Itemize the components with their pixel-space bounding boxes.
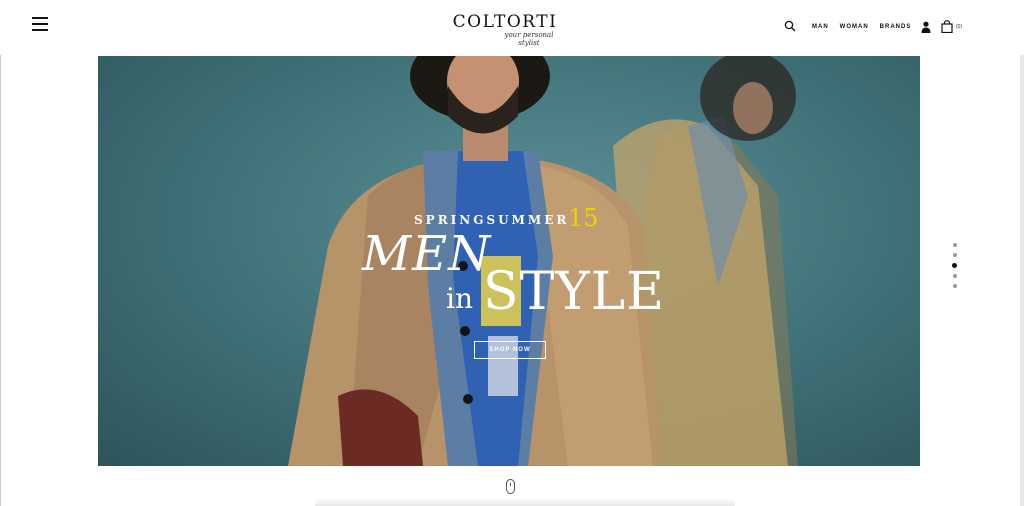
nav-item-woman[interactable]: WOMAN <box>840 24 869 30</box>
nav-item-man[interactable]: MAN <box>812 24 829 30</box>
slide-dot-4[interactable] <box>953 274 957 278</box>
headline-style: STYLE <box>483 262 666 322</box>
brand-logo[interactable]: COLTORTI your personal stylist <box>450 12 560 47</box>
brand-name: COLTORTI <box>452 12 558 32</box>
menu-icon[interactable] <box>32 17 48 31</box>
hero-text: SPRINGSUMMER 15 MEN in STYLE SHOP NOW <box>98 56 920 466</box>
scroll-mouse-icon[interactable] <box>506 479 515 494</box>
slide-dot-5[interactable] <box>953 284 957 288</box>
headline-men: MEN <box>362 226 492 282</box>
nav-item-brands[interactable]: BRANDS <box>880 24 912 30</box>
bag-count: (0) <box>956 24 963 30</box>
brand-tagline: your personal stylist <box>504 31 554 47</box>
user-icon[interactable] <box>921 21 931 33</box>
shopping-bag-icon[interactable] <box>941 20 953 33</box>
main-nav: MAN WOMAN BRANDS <box>812 24 911 30</box>
shop-now-button[interactable]: SHOP NOW <box>474 341 546 359</box>
search-icon[interactable] <box>784 20 796 32</box>
season-label: SPRINGSUMMER <box>414 213 570 227</box>
slide-dot-1[interactable] <box>953 243 957 247</box>
slider-pagination <box>952 243 958 294</box>
season-year: 15 <box>568 204 599 232</box>
slide-dot-3[interactable] <box>952 263 957 268</box>
headline-in: in <box>446 282 473 315</box>
site-header: COLTORTI your personal stylist MAN WOMAN… <box>0 0 1024 55</box>
hero-banner[interactable]: SPRINGSUMMER 15 MEN in STYLE SHOP NOW <box>98 56 920 466</box>
slide-dot-2[interactable] <box>953 253 957 257</box>
bottom-panel-edge <box>315 498 735 506</box>
